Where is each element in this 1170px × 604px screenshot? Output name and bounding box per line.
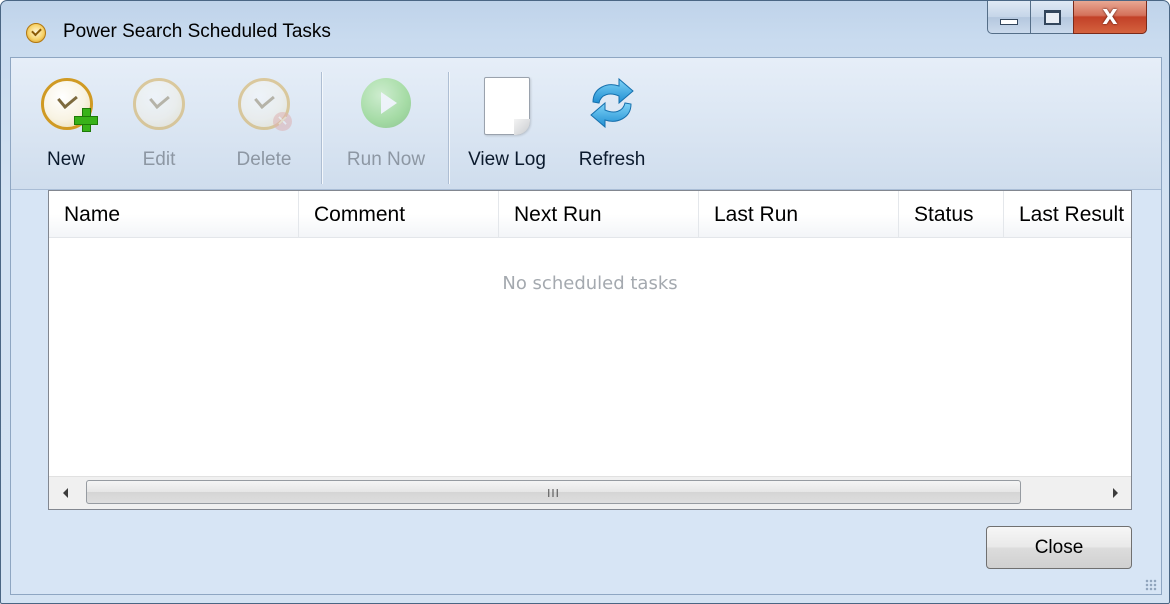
minimize-icon bbox=[1000, 19, 1018, 25]
scrollbar-thumb[interactable]: III bbox=[86, 480, 1021, 504]
clock-edit-icon bbox=[133, 78, 185, 130]
column-header-status[interactable]: Status bbox=[899, 191, 1004, 238]
refresh-button[interactable]: Refresh bbox=[567, 58, 657, 189]
plus-icon bbox=[74, 108, 98, 132]
delete-task-label: Delete bbox=[236, 149, 292, 170]
maximize-icon bbox=[1043, 9, 1061, 25]
column-header-comment[interactable]: Comment bbox=[299, 191, 499, 238]
clock-add-icon bbox=[41, 78, 98, 132]
delete-task-button[interactable]: × Delete bbox=[223, 58, 305, 189]
clock-app-icon[interactable] bbox=[26, 23, 46, 43]
refresh-label: Refresh bbox=[578, 149, 646, 170]
new-task-button[interactable]: New bbox=[33, 58, 99, 189]
new-task-label: New bbox=[46, 149, 85, 170]
window-close-button[interactable]: X bbox=[1073, 1, 1147, 34]
close-icon: X bbox=[1102, 5, 1118, 29]
run-now-button[interactable]: Run Now bbox=[331, 58, 441, 189]
play-icon bbox=[361, 78, 411, 128]
scheduled-tasks-list[interactable]: Name Comment Next Run Last Run Status La… bbox=[48, 190, 1132, 510]
grip-icon: III bbox=[547, 487, 560, 500]
close-button[interactable]: Close bbox=[986, 526, 1132, 569]
delete-badge-icon: × bbox=[273, 112, 292, 131]
maximize-button[interactable] bbox=[1030, 1, 1073, 34]
column-header-name[interactable]: Name bbox=[49, 191, 299, 238]
empty-list-message: No scheduled tasks bbox=[502, 273, 678, 294]
clock-delete-icon: × bbox=[238, 78, 292, 131]
minimize-button[interactable] bbox=[987, 1, 1030, 34]
refresh-icon bbox=[590, 77, 634, 129]
dialog-client-area: New Edit × Delete Run Now View Log Refre… bbox=[10, 57, 1162, 595]
scroll-left-button[interactable] bbox=[49, 477, 81, 509]
caption-buttons: X bbox=[987, 1, 1147, 35]
window-title: Power Search Scheduled Tasks bbox=[63, 21, 331, 42]
title-bar[interactable]: Power Search Scheduled Tasks X bbox=[1, 1, 1169, 57]
view-log-label: View Log bbox=[468, 149, 546, 170]
column-header-last-result[interactable]: Last Result bbox=[1004, 191, 1131, 238]
horizontal-scrollbar[interactable]: III bbox=[49, 476, 1131, 509]
scheduled-tasks-window: Power Search Scheduled Tasks X New Edit … bbox=[0, 0, 1170, 604]
list-header: Name Comment Next Run Last Run Status La… bbox=[49, 191, 1131, 238]
edit-task-button[interactable]: Edit bbox=[129, 58, 189, 189]
document-icon bbox=[484, 77, 530, 135]
scroll-right-button[interactable] bbox=[1099, 477, 1131, 509]
resize-grip-icon[interactable] bbox=[1145, 579, 1157, 591]
edit-task-label: Edit bbox=[142, 149, 176, 170]
toolbar-separator bbox=[448, 72, 450, 184]
run-now-label: Run Now bbox=[346, 149, 426, 170]
column-header-last-run[interactable]: Last Run bbox=[699, 191, 899, 238]
toolbar-separator bbox=[321, 72, 323, 184]
view-log-button[interactable]: View Log bbox=[457, 58, 557, 189]
column-header-next-run[interactable]: Next Run bbox=[499, 191, 699, 238]
arrow-right-icon bbox=[1112, 488, 1118, 498]
toolbar: New Edit × Delete Run Now View Log Refre… bbox=[11, 58, 1161, 190]
arrow-left-icon bbox=[62, 488, 68, 498]
